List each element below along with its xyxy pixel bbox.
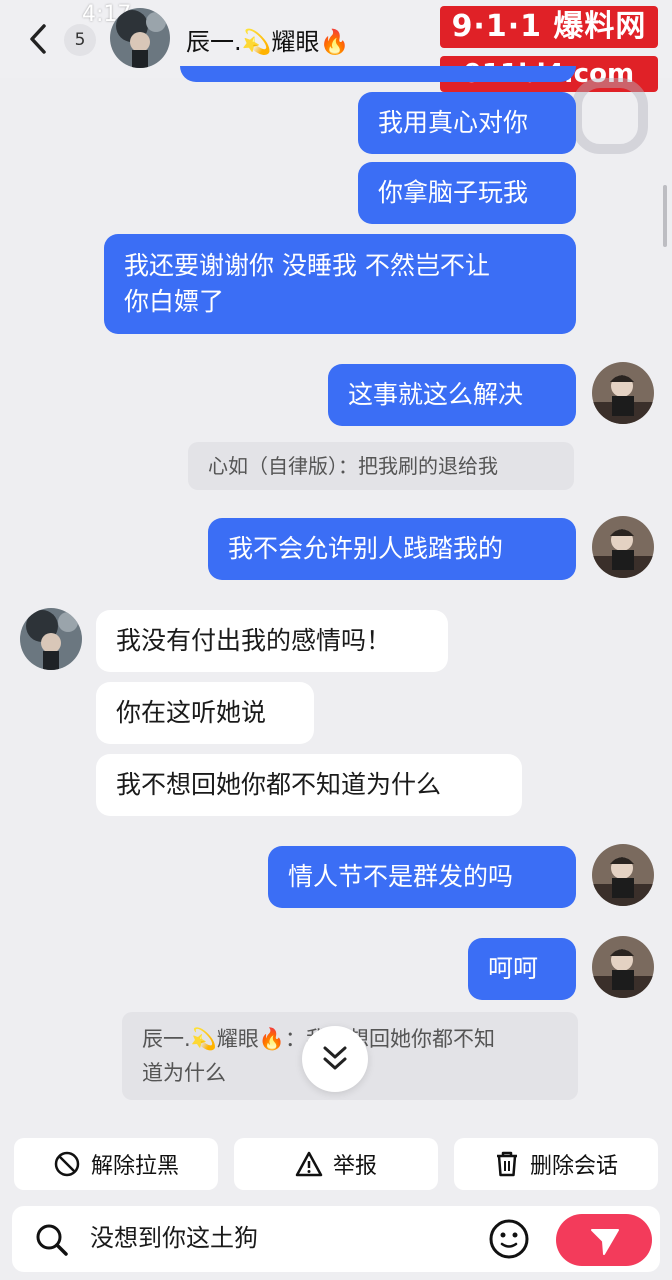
watermark-circle <box>572 78 648 154</box>
emoji-icon[interactable] <box>488 1218 530 1260</box>
message-input-bar[interactable]: 没想到你这土狗 <box>12 1206 660 1272</box>
message-bubble-outgoing[interactable]: 我还要谢谢你 没睡我 不然岂不让 你白嫖了 <box>104 234 576 334</box>
contact-avatar[interactable] <box>20 608 82 670</box>
my-avatar[interactable] <box>592 516 654 578</box>
back-button[interactable] <box>24 22 54 56</box>
contact-name[interactable]: 辰一.💫耀眼🔥 <box>186 22 349 57</box>
message-input[interactable]: 没想到你这土狗 <box>90 1220 258 1256</box>
message-bubble-outgoing[interactable]: 这事就这么解决 <box>328 364 576 426</box>
message-bubble-incoming[interactable]: 我没有付出我的感情吗！ <box>96 610 448 672</box>
my-avatar[interactable] <box>592 936 654 998</box>
message-bubble-outgoing[interactable]: 我不会允许别人践踏我的 <box>208 518 576 580</box>
previous-message-edge <box>180 66 576 82</box>
unread-count-badge: 5 <box>64 24 96 56</box>
delete-label: 删除会话 <box>529 1154 618 1179</box>
double-chevron-down-icon <box>323 1046 347 1070</box>
my-avatar[interactable] <box>592 362 654 424</box>
system-notice: 心如（自律版）：把我刷的退给我 <box>188 442 574 490</box>
message-bubble-outgoing[interactable]: 我用真心对你 <box>358 92 576 154</box>
block-icon <box>54 1151 80 1177</box>
my-avatar[interactable] <box>592 844 654 906</box>
message-bubble-outgoing[interactable]: 情人节不是群发的吗 <box>268 846 576 908</box>
warning-icon <box>295 1151 323 1177</box>
scroll-to-bottom-button[interactable] <box>302 1026 368 1092</box>
send-icon <box>591 1229 619 1255</box>
send-button[interactable] <box>556 1214 652 1266</box>
message-bubble-outgoing[interactable]: 你拿脑子玩我 <box>358 162 576 224</box>
message-line: 我还要谢谢你 没睡我 不然岂不让 <box>124 251 490 280</box>
delete-conversation-button[interactable]: 删除会话 <box>454 1138 658 1190</box>
search-icon[interactable] <box>32 1220 72 1260</box>
contact-avatar[interactable] <box>110 8 170 68</box>
unblock-button[interactable]: 解除拉黑 <box>14 1138 218 1190</box>
unblock-label: 解除拉黑 <box>90 1154 179 1179</box>
message-bubble-incoming[interactable]: 你在这听她说 <box>96 682 314 744</box>
report-label: 举报 <box>332 1154 377 1179</box>
report-button[interactable]: 举报 <box>234 1138 438 1190</box>
message-line: 你白嫖了 <box>124 287 225 316</box>
message-bubble-incoming[interactable]: 我不想回她你都不知道为什么 <box>96 754 522 816</box>
message-bubble-outgoing[interactable]: 呵呵 <box>468 938 576 1000</box>
watermark-line1: 9·1·1 爆料网 <box>440 6 658 48</box>
scrollbar-thumb[interactable] <box>663 185 667 247</box>
trash-icon <box>496 1151 517 1177</box>
